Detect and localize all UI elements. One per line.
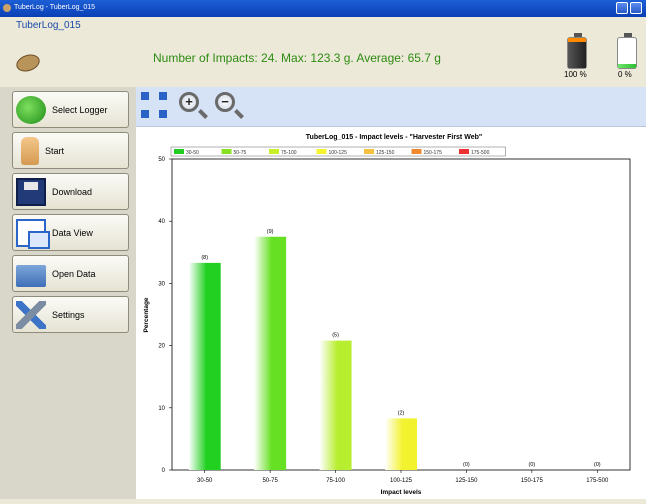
x-tick-label: 75-100 [326, 478, 345, 484]
legend-label: 150-175 [424, 150, 443, 156]
folder-icon [16, 264, 46, 287]
y-tick-label: 50 [158, 157, 165, 163]
window-titlebar: TuberLog - TuberLog_015 [0, 0, 646, 17]
x-tick-label: 125-150 [455, 478, 478, 484]
legend-label: 125-150 [376, 150, 395, 156]
bar-count-label: (5) [332, 333, 339, 339]
select-logger-label: Select Logger [52, 104, 108, 115]
device-battery-percent: 0 % [618, 70, 632, 79]
legend-label: 50-75 [234, 150, 247, 156]
logger-battery-icon [567, 33, 587, 69]
chart-title: TuberLog_015 - Impact levels - "Harveste… [306, 134, 482, 141]
open-data-button[interactable]: Open Data [12, 255, 129, 292]
impact-levels-chart: TuberLog_015 - Impact levels - "Harveste… [143, 134, 631, 496]
zoom-out-icon[interactable]: − [215, 92, 235, 112]
bar-75-100 [319, 340, 352, 470]
impact-summary: Number of Impacts: 24. Max: 123.3 g. Ave… [153, 51, 441, 65]
legend-label: 100-125 [329, 150, 348, 156]
navigation-panel: Select Logger Start Download Data View O… [0, 87, 136, 499]
select-logger-button[interactable]: Select Logger [12, 91, 129, 128]
chart-toolbar: + − [136, 87, 646, 127]
bar-count-label: (9) [267, 229, 274, 235]
legend-swatch [174, 149, 184, 154]
document-title: TuberLog_015 [16, 20, 81, 31]
legend-swatch [316, 149, 327, 154]
x-tick-label: 50-75 [262, 478, 278, 484]
thumbs-up-icon [21, 136, 39, 165]
chart-area: TuberLog_015 - Impact levels - "Harveste… [136, 127, 646, 499]
legend-label: 175-500 [471, 150, 490, 156]
data-view-label: Data View [52, 227, 93, 238]
bar-count-label: (0) [463, 462, 470, 468]
x-tick-label: 100-125 [390, 478, 413, 484]
settings-button[interactable]: Settings [12, 296, 129, 333]
bar-50-75 [254, 236, 287, 470]
download-label: Download [52, 186, 93, 197]
start-button[interactable]: Start [12, 132, 129, 169]
chart-legend: 30-50 50-75 75-100 100-125 125-150 150-175 175… [170, 146, 506, 157]
x-tick-label: 150-175 [521, 478, 544, 484]
bar-count-label: (2) [398, 410, 405, 416]
x-tick-label: 175-500 [586, 478, 609, 484]
x-axis-label: Impact levels [381, 489, 422, 496]
y-axis-label: Percentage [143, 297, 150, 332]
fit-to-window-icon[interactable] [141, 92, 167, 118]
refresh-icon [16, 95, 46, 124]
legend-swatch [459, 149, 469, 154]
legend-swatch [221, 149, 232, 154]
bar-count-label: (0) [594, 462, 601, 468]
header: TuberLog_015 Number of Impacts: 24. Max:… [0, 17, 646, 87]
y-tick-label: 0 [162, 468, 166, 474]
download-button[interactable]: Download [12, 173, 129, 210]
data-view-button[interactable]: Data View [12, 214, 129, 251]
bar-30-50 [188, 262, 221, 470]
legend-swatch [364, 149, 374, 154]
open-data-label: Open Data [52, 268, 96, 279]
restore-button[interactable] [616, 2, 628, 14]
tools-icon [16, 300, 46, 329]
bar-count-label: (0) [528, 462, 535, 468]
bar-count-label: (8) [201, 255, 208, 261]
legend-label: 75-100 [281, 150, 297, 156]
legend-swatch [411, 149, 422, 154]
start-label: Start [45, 145, 65, 156]
windows-icon [16, 218, 50, 249]
zoom-in-icon[interactable]: + [179, 92, 199, 112]
potato-logo-icon [14, 51, 42, 75]
logger-battery-percent: 100 % [564, 70, 587, 79]
bar-100-125 [385, 418, 417, 470]
window-title: TuberLog - TuberLog_015 [14, 4, 96, 11]
device-battery-icon [617, 33, 637, 69]
y-tick-label: 20 [158, 344, 165, 350]
settings-label: Settings [52, 309, 85, 320]
legend-label: 30-50 [186, 150, 199, 156]
y-tick-label: 30 [158, 281, 165, 287]
close-button[interactable] [630, 2, 642, 14]
y-tick-label: 40 [158, 219, 165, 225]
legend-swatch [269, 149, 279, 154]
x-tick-label: 30-50 [197, 478, 213, 484]
app-icon [3, 4, 11, 12]
y-tick-label: 10 [158, 406, 165, 412]
floppy-icon [16, 177, 46, 206]
